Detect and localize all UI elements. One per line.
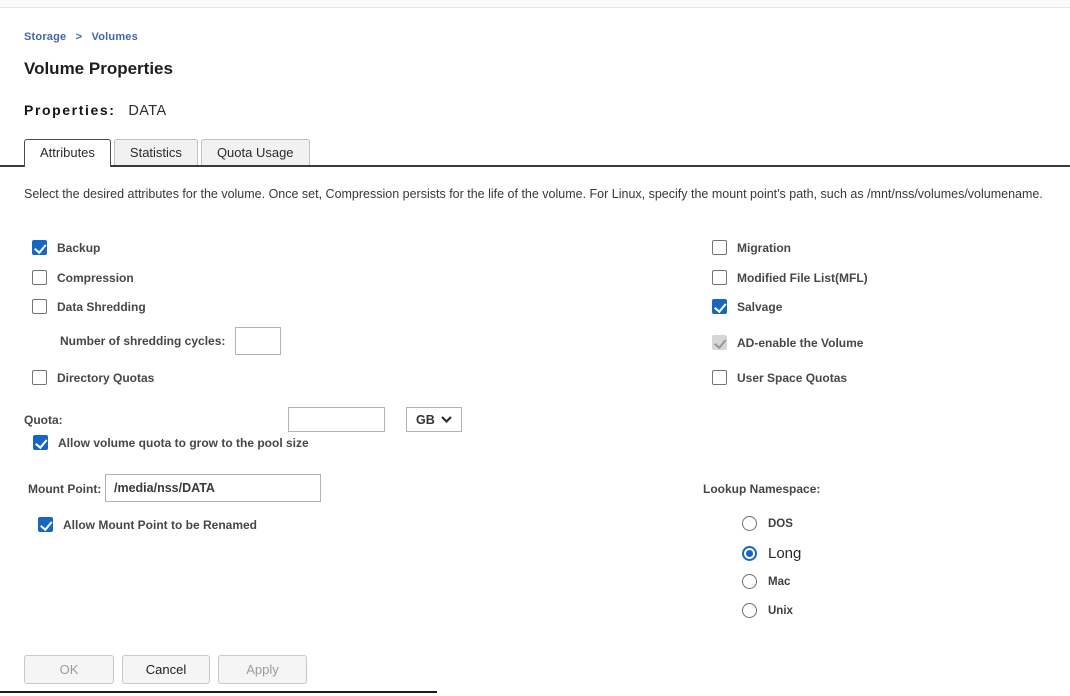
volume-name: DATA <box>128 103 166 119</box>
checkbox-row-data-shredding: Data Shredding <box>32 299 146 314</box>
radio-row-mac: Mac <box>742 574 790 589</box>
properties-label: Properties: <box>24 102 116 118</box>
namespace-mac-label: Mac <box>768 576 790 588</box>
shredding-cycles-input[interactable] <box>235 327 281 355</box>
compression-label: Compression <box>57 271 134 285</box>
radio-row-dos: DOS <box>742 516 793 531</box>
data-shredding-label: Data Shredding <box>57 300 146 314</box>
radio-row-unix: Unix <box>742 603 793 618</box>
namespace-dos-label: DOS <box>768 518 793 530</box>
namespace-unix-label: Unix <box>768 605 793 617</box>
page-title: Volume Properties <box>24 59 173 79</box>
directory-quotas-checkbox[interactable] <box>32 370 47 385</box>
user-space-quotas-label: User Space Quotas <box>737 371 847 385</box>
breadcrumb: Storage > Volumes <box>24 31 138 43</box>
tab-bar: Attributes Statistics Quota Usage <box>24 139 310 167</box>
checkbox-row-mfl: Modified File List(MFL) <box>712 270 868 285</box>
breadcrumb-volumes-link[interactable]: Volumes <box>92 31 138 43</box>
top-strip <box>0 0 1070 8</box>
user-space-quotas-checkbox[interactable] <box>712 370 727 385</box>
checkbox-row-user-space-quotas: User Space Quotas <box>712 370 847 385</box>
backup-checkbox[interactable] <box>32 240 47 255</box>
checkbox-row-quota-grow: Allow volume quota to grow to the pool s… <box>33 435 309 450</box>
checkbox-row-salvage: Salvage <box>712 299 782 314</box>
namespace-dos-radio[interactable] <box>742 516 757 531</box>
volume-properties-page: Storage > Volumes Volume Properties Prop… <box>0 0 1070 696</box>
migration-label: Migration <box>737 241 791 255</box>
namespace-long-radio[interactable] <box>742 546 757 561</box>
salvage-label: Salvage <box>737 300 782 314</box>
namespace-long-label: Long <box>768 545 801 562</box>
apply-button[interactable]: Apply <box>218 655 307 684</box>
cancel-button[interactable]: Cancel <box>122 655 210 684</box>
mount-rename-checkbox[interactable] <box>38 517 53 532</box>
checkbox-row-migration: Migration <box>712 240 791 255</box>
lookup-namespace-label: Lookup Namespace: <box>703 482 820 496</box>
tab-statistics[interactable]: Statistics <box>114 139 198 165</box>
mount-rename-label: Allow Mount Point to be Renamed <box>63 518 257 532</box>
ad-enable-checkbox <box>712 335 727 350</box>
data-shredding-checkbox[interactable] <box>32 299 47 314</box>
checkbox-row-compression: Compression <box>32 270 134 285</box>
mount-point-label: Mount Point: <box>28 482 101 496</box>
tab-quota-usage[interactable]: Quota Usage <box>201 139 310 165</box>
breadcrumb-storage-link[interactable]: Storage <box>24 31 66 43</box>
compression-checkbox[interactable] <box>32 270 47 285</box>
radio-row-long: Long <box>742 545 801 562</box>
ok-button[interactable]: OK <box>24 655 114 684</box>
breadcrumb-separator: > <box>76 31 83 43</box>
attributes-description: Select the desired attributes for the vo… <box>24 187 1070 201</box>
modified-file-list-label: Modified File List(MFL) <box>737 271 868 285</box>
mount-point-input[interactable] <box>105 474 321 502</box>
directory-quotas-label: Directory Quotas <box>57 371 154 385</box>
checkbox-row-directory-quotas: Directory Quotas <box>32 370 154 385</box>
frame-bottom-border <box>0 691 437 693</box>
checkbox-row-backup: Backup <box>32 240 100 255</box>
checkbox-row-ad-enable: AD-enable the Volume <box>712 335 863 350</box>
quota-label: Quota: <box>24 413 63 427</box>
checkbox-row-mount-rename: Allow Mount Point to be Renamed <box>38 517 257 532</box>
quota-unit-value: GB <box>416 413 435 427</box>
tab-attributes[interactable]: Attributes <box>24 139 111 167</box>
chevron-down-icon <box>441 416 452 423</box>
salvage-checkbox[interactable] <box>712 299 727 314</box>
quota-input[interactable] <box>288 407 385 432</box>
modified-file-list-checkbox[interactable] <box>712 270 727 285</box>
namespace-mac-radio[interactable] <box>742 574 757 589</box>
shredding-cycles-label: Number of shredding cycles: <box>60 334 225 348</box>
quota-unit-select[interactable]: GB <box>406 407 462 432</box>
quota-grow-label: Allow volume quota to grow to the pool s… <box>58 436 309 450</box>
backup-label: Backup <box>57 241 100 255</box>
namespace-unix-radio[interactable] <box>742 603 757 618</box>
ad-enable-label: AD-enable the Volume <box>737 336 863 350</box>
properties-heading: Properties: DATA <box>24 102 167 119</box>
migration-checkbox[interactable] <box>712 240 727 255</box>
quota-grow-checkbox[interactable] <box>33 435 48 450</box>
